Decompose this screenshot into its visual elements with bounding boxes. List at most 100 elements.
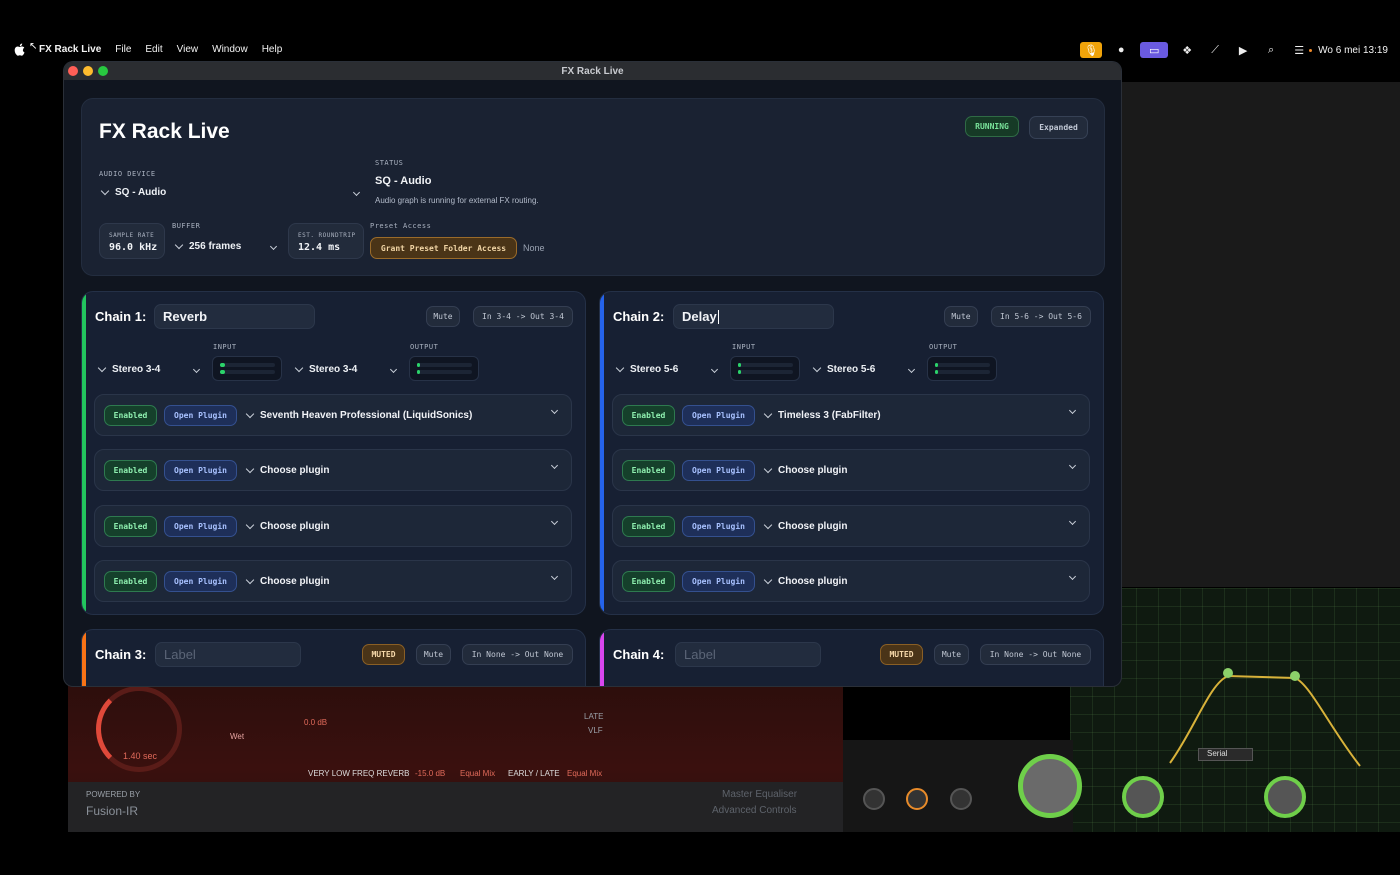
expanded-button[interactable]: Expanded (1029, 116, 1088, 139)
chain-2-output-select[interactable]: Stereo 5-6 (812, 363, 916, 375)
chain-2-route-button[interactable]: In 5-6 -> Out 5-6 (991, 306, 1091, 327)
chain-1-name-input[interactable]: Reverb (154, 304, 315, 329)
feedback-knob[interactable] (1122, 776, 1164, 818)
chain-4-title: Chain 4: (613, 647, 665, 662)
microphone-icon[interactable]: 🎙 (1080, 42, 1103, 58)
window-titlebar[interactable]: FX Rack Live (64, 62, 1121, 80)
enabled-toggle[interactable]: Enabled (104, 516, 157, 537)
enabled-toggle[interactable]: Enabled (104, 460, 157, 481)
chevron-down-icon (763, 575, 773, 585)
menu-edit[interactable]: Edit (145, 44, 162, 55)
menu-file[interactable]: File (115, 44, 131, 55)
plugin-select[interactable]: Choose plugin (245, 520, 329, 532)
serial-select[interactable]: Serial (1198, 748, 1253, 761)
chain-3-card: Chain 3: Label MUTED Mute In None -> Out… (81, 629, 586, 686)
chain-3-mute-button[interactable]: Mute (416, 644, 451, 665)
pitch-knob[interactable] (950, 788, 972, 810)
open-plugin-button[interactable]: Open Plugin (682, 571, 755, 592)
chain-1-route-button[interactable]: In 3-4 -> Out 3-4 (473, 306, 573, 327)
chevron-down-icon[interactable] (1068, 572, 1077, 581)
plugin-name: Choose plugin (260, 465, 330, 476)
menu-app-name[interactable]: FX Rack Live (39, 44, 101, 55)
screen-share-icon[interactable]: ▭ (1140, 42, 1169, 58)
chain-4-mute-button[interactable]: Mute (934, 644, 969, 665)
chevron-down-icon[interactable] (1068, 517, 1077, 526)
delay-knob[interactable] (1018, 754, 1082, 818)
chevron-down-icon[interactable] (1068, 406, 1077, 415)
reverb-plugin-background: 1.40 sec Wet 0.0 dB LATE VLF VERY LOW FR… (68, 672, 843, 832)
chain-1-slot-3: Enabled Open Plugin Choose plugin (94, 505, 572, 547)
chain-2-color-bar (600, 292, 604, 614)
chain-3-route-button[interactable]: In None -> Out None (462, 644, 573, 665)
plugin-select[interactable]: Timeless 3 (FabFilter) (763, 409, 881, 421)
grant-preset-access-button[interactable]: Grant Preset Folder Access (370, 237, 517, 259)
open-plugin-button[interactable]: Open Plugin (164, 460, 237, 481)
preset-access-label: Preset Access (370, 222, 432, 230)
open-plugin-button[interactable]: Open Plugin (164, 571, 237, 592)
menu-window[interactable]: Window (212, 44, 248, 55)
chain-2-input-select[interactable]: Stereo 5-6 (615, 363, 719, 375)
master-eq-link[interactable]: Master Equaliser (722, 789, 797, 800)
plugin-select[interactable]: Choose plugin (763, 575, 848, 587)
chain-1-input-select[interactable]: Stereo 3-4 (97, 363, 201, 375)
chevron-down-icon[interactable] (1068, 461, 1077, 470)
open-plugin-button[interactable]: Open Plugin (164, 516, 237, 537)
chevron-down-icon[interactable] (550, 406, 559, 415)
enabled-toggle[interactable]: Enabled (622, 405, 675, 426)
gain-value: 0.0 dB (304, 718, 328, 727)
open-plugin-button[interactable]: Open Plugin (682, 460, 755, 481)
buffer-select[interactable]: 256 frames (174, 240, 278, 252)
open-plugin-button[interactable]: Open Plugin (682, 405, 755, 426)
plugin-select[interactable]: Choose plugin (245, 575, 329, 587)
plugin-name: Choose plugin (778, 576, 848, 587)
chevron-down-icon[interactable] (550, 517, 559, 526)
plugin-select[interactable]: Choose plugin (763, 464, 847, 476)
chain-1-input-label: INPUT (213, 343, 237, 351)
chain-4-name-input[interactable]: Label (675, 642, 821, 667)
open-plugin-button[interactable]: Open Plugin (682, 516, 755, 537)
zoom-window-button[interactable] (98, 66, 108, 76)
search-icon[interactable]: ⌕ (1262, 42, 1280, 58)
enabled-toggle[interactable]: Enabled (104, 571, 157, 592)
chain-3-name-input[interactable]: Label (155, 642, 301, 667)
plugin-select[interactable]: Choose plugin (763, 520, 847, 532)
plugin-select[interactable]: Seventh Heaven Professional (LiquidSonic… (245, 409, 472, 421)
chain-2-mute-button[interactable]: Mute (944, 306, 978, 327)
minimize-window-button[interactable] (83, 66, 93, 76)
chevron-down-icon[interactable] (550, 572, 559, 581)
close-window-button[interactable] (68, 66, 78, 76)
chevron-down-icon[interactable] (550, 461, 559, 470)
enabled-toggle[interactable]: Enabled (104, 405, 157, 426)
bluetooth-icon[interactable]: ● (1112, 42, 1130, 58)
chevron-down-icon (294, 363, 304, 373)
audio-device-select[interactable]: SQ - Audio (100, 186, 362, 198)
menubar-clock[interactable]: Wo 6 mei 13:19 (1318, 45, 1388, 56)
dropbox-icon[interactable]: ❖ (1178, 42, 1196, 58)
dynamics-knob[interactable] (906, 788, 928, 810)
chain-4-route-button[interactable]: In None -> Out None (980, 644, 1091, 665)
chain-1-mute-button[interactable]: Mute (426, 306, 460, 327)
header-card: FX Rack Live RUNNING Expanded AUDIO DEVI… (81, 98, 1105, 276)
diffuse-knob[interactable] (863, 788, 885, 810)
advanced-controls-link[interactable]: Advanced Controls (712, 805, 797, 816)
chain-2-name-input[interactable]: Delay (673, 304, 834, 329)
no-wifi-icon[interactable]: ⟋ (1206, 42, 1224, 58)
open-plugin-button[interactable]: Open Plugin (164, 405, 237, 426)
menu-help[interactable]: Help (262, 44, 283, 55)
control-center-icon[interactable]: ☰ (1290, 42, 1313, 58)
wet-knob[interactable] (1264, 776, 1306, 818)
chevron-down-icon (245, 575, 255, 585)
enabled-toggle[interactable]: Enabled (622, 516, 675, 537)
chain-1-output-select[interactable]: Stereo 3-4 (294, 363, 398, 375)
plugin-select[interactable]: Choose plugin (245, 464, 330, 476)
vlf-mix-value: Equal Mix (460, 769, 496, 778)
enabled-toggle[interactable]: Enabled (622, 460, 675, 481)
menu-view[interactable]: View (177, 44, 199, 55)
enabled-toggle[interactable]: Enabled (622, 571, 675, 592)
play-icon[interactable]: ▶ (1234, 42, 1252, 58)
apple-icon[interactable] (14, 43, 25, 56)
chevron-down-icon (245, 409, 255, 419)
chain-2-title: Chain 2: (613, 309, 665, 324)
plugin-name: Timeless 3 (FabFilter) (778, 410, 881, 421)
chain-1-output-meter (409, 356, 479, 381)
